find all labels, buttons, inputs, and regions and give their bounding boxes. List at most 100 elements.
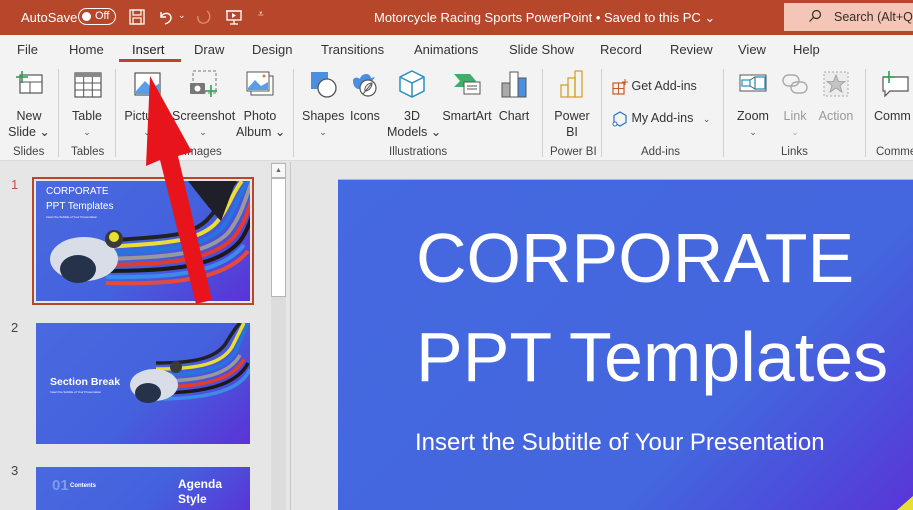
group-label-links: Links: [781, 146, 808, 158]
chevron-down-icon: ⌄: [143, 127, 151, 137]
photo-album-label-2: Album ⌄: [236, 125, 286, 139]
scroll-up-arrow-icon[interactable]: ▲: [271, 163, 286, 178]
tab-record[interactable]: Record: [600, 42, 642, 57]
ribbon: New Slide ⌄ Slides Table ⌄ Tables Pictur…: [0, 63, 913, 161]
pictures-button[interactable]: Pictures ⌄: [124, 69, 170, 140]
slide-subtitle[interactable]: Insert the Subtitle of Your Presentation: [415, 429, 825, 457]
group-label-illustrations: Illustrations: [389, 146, 448, 158]
power-bi-label-2: BI: [566, 125, 578, 139]
group-label-comments: Comme: [876, 146, 913, 158]
new-slide-button[interactable]: New Slide ⌄: [8, 69, 50, 140]
3d-models-button[interactable]: 3D Models ⌄: [387, 69, 442, 140]
group-label-add-ins: Add-ins: [641, 146, 680, 158]
tab-draw[interactable]: Draw: [194, 42, 224, 57]
group-separator: [293, 69, 294, 157]
tab-slide-show[interactable]: Slide Show: [509, 42, 574, 57]
chevron-down-icon: ⌄: [319, 127, 327, 137]
group-label-tables: Tables: [71, 146, 105, 158]
tab-review[interactable]: Review: [670, 42, 713, 57]
search-placeholder: Search (Alt+Q): [834, 10, 913, 24]
tab-insert[interactable]: Insert: [132, 42, 165, 57]
group-label-power-bi: Power BI: [550, 146, 597, 158]
zoom-label: Zoom: [737, 109, 769, 123]
get-add-ins-button[interactable]: Get Add-ins: [612, 78, 697, 95]
group-separator: [601, 69, 602, 157]
tab-help[interactable]: Help: [793, 42, 820, 57]
power-bi-label: Power: [554, 109, 590, 123]
stripe-corner-graphic: [897, 496, 913, 510]
comment-button[interactable]: Comm: [874, 69, 913, 124]
link-label: Link: [783, 109, 807, 123]
tab-design[interactable]: Design: [252, 42, 292, 57]
my-add-ins-icon: [612, 111, 627, 127]
tab-file[interactable]: File: [17, 42, 38, 57]
pictures-icon: [134, 72, 161, 96]
action-star-icon: [823, 71, 849, 97]
shapes-icon: [311, 72, 337, 98]
chart-button[interactable]: Chart: [497, 69, 531, 124]
smartart-icon: [454, 74, 481, 95]
active-tab-indicator: [119, 59, 181, 62]
scrollbar-thumb[interactable]: [271, 178, 286, 297]
document-title[interactable]: Motorcycle Racing Sports PowerPoint • Sa…: [374, 10, 715, 26]
table-button[interactable]: Table ⌄: [68, 69, 106, 140]
screenshot-icon: [190, 70, 217, 97]
screenshot-label: Screenshot: [172, 109, 236, 123]
thumb-subtitle: Insert the Subtitle of Your Presentation: [46, 215, 98, 219]
photo-album-label: Photo: [243, 109, 277, 123]
autosave-state: Off: [95, 10, 110, 22]
save-icon[interactable]: [128, 8, 146, 26]
link-button: Link ⌄: [780, 69, 810, 140]
slide-title-line1[interactable]: CORPORATE: [416, 218, 854, 298]
chart-label: Chart: [498, 109, 530, 123]
icons-icon: [353, 73, 377, 97]
shapes-label: Shapes: [302, 109, 345, 123]
slide-title-line2[interactable]: PPT Templates: [416, 317, 888, 397]
comment-icon: [882, 71, 909, 98]
screenshot-button[interactable]: Screenshot ⌄: [172, 69, 236, 140]
icons-label: Icons: [350, 109, 380, 123]
photo-album-button[interactable]: Photo Album ⌄: [236, 69, 286, 140]
pictures-label: Pictures: [124, 109, 170, 123]
table-label: Table: [72, 109, 102, 123]
thumb-title-line2: PPT Templates: [46, 201, 114, 212]
group-separator: [542, 69, 543, 157]
get-add-ins-icon: [612, 78, 628, 95]
search-box[interactable]: Search (Alt+Q): [784, 3, 913, 31]
undo-icon[interactable]: [157, 8, 175, 26]
smartart-label: SmartArt: [442, 109, 492, 123]
3d-models-label-2: Models ⌄: [387, 125, 442, 139]
zoom-button[interactable]: Zoom ⌄: [734, 69, 772, 140]
group-separator: [115, 69, 116, 157]
group-label-images: Images: [184, 146, 222, 158]
thumb-title-line2: Style: [178, 492, 207, 506]
shapes-button[interactable]: Shapes ⌄: [302, 69, 344, 140]
main-slide[interactable]: CORPORATE PPT Templates Insert the Subti…: [338, 179, 913, 510]
undo-dropdown-icon[interactable]: ⌄: [178, 10, 186, 21]
action-button: Action: [816, 69, 856, 124]
autosave-toggle[interactable]: Off: [78, 8, 116, 25]
tab-view[interactable]: View: [738, 42, 766, 57]
zoom-icon: [739, 74, 767, 92]
thumb-item-label: Contents: [70, 483, 96, 489]
my-add-ins-label: My Add-ins: [631, 111, 694, 125]
tab-transitions[interactable]: Transitions: [321, 42, 384, 57]
icons-button[interactable]: Icons: [348, 69, 382, 124]
thumb-item-number: 01: [52, 477, 69, 494]
power-bi-button[interactable]: Power BI: [552, 69, 592, 140]
present-from-start-icon[interactable]: [225, 8, 243, 26]
search-icon: [809, 9, 822, 22]
3d-models-label: 3D: [404, 109, 420, 123]
tab-animations[interactable]: Animations: [414, 42, 478, 57]
link-icon: [782, 74, 808, 94]
smartart-button[interactable]: SmartArt: [441, 69, 493, 124]
thumb-subtitle: Insert the Subtitle of Your Presentation: [50, 390, 102, 394]
slide-thumbnail-2[interactable]: Section Break Insert the Subtitle of You…: [36, 323, 250, 444]
my-add-ins-button[interactable]: My Add-ins ⌄: [612, 110, 710, 127]
slide-number: 2: [11, 320, 19, 335]
slide-thumbnail-1[interactable]: CORPORATE PPT Templates Insert the Subti…: [36, 181, 250, 301]
slide-thumbnail-3[interactable]: 01 Contents Agenda Style: [36, 467, 250, 510]
tab-home[interactable]: Home: [69, 42, 104, 57]
customize-quick-access-icon[interactable]: ⩡: [258, 9, 264, 20]
action-label: Action: [818, 109, 854, 123]
